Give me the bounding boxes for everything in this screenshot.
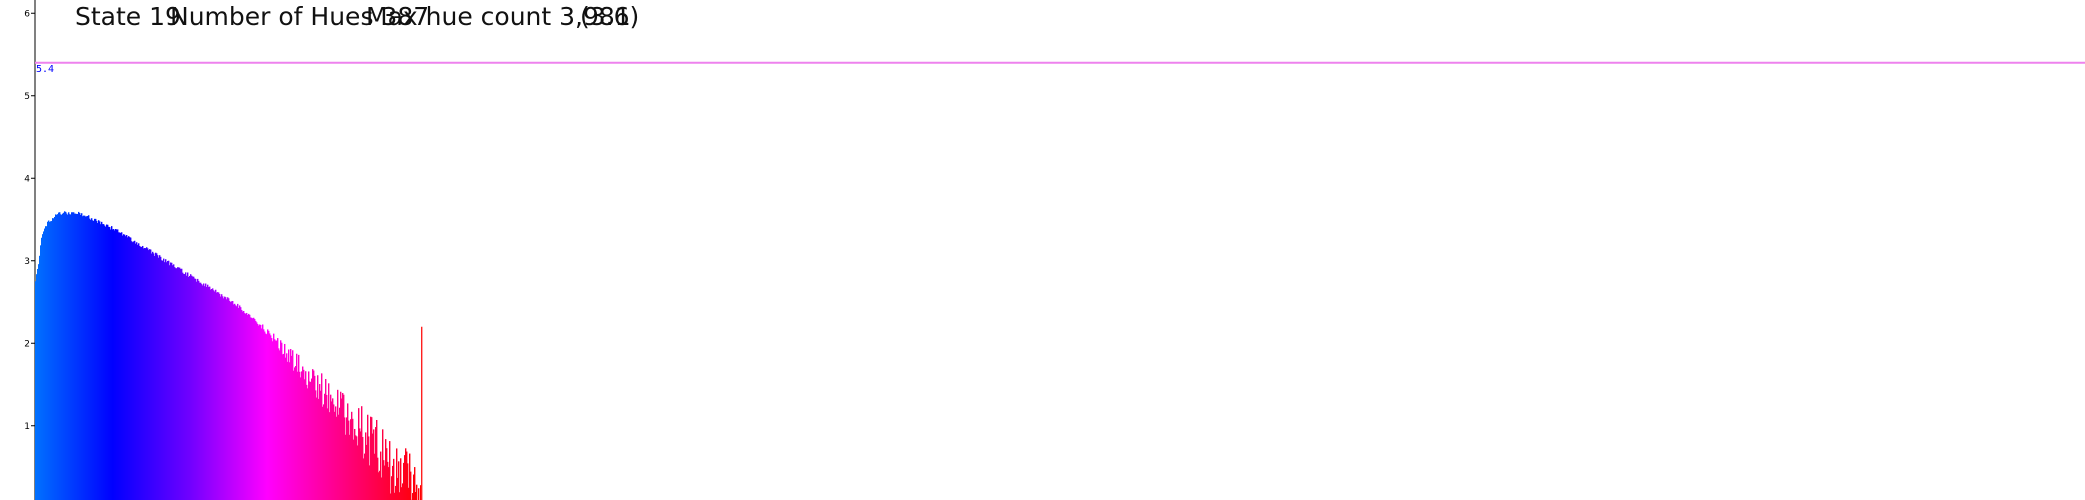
y-tick-label-6: 6 <box>24 9 30 19</box>
y-tick-label-4: 4 <box>24 174 30 184</box>
bar <box>389 441 391 500</box>
y-tick-label-5: 5 <box>24 92 30 102</box>
y-tick-label-3: 3 <box>24 257 30 267</box>
bar <box>410 471 412 500</box>
bar <box>416 484 418 500</box>
y-tick-label-2: 2 <box>24 339 30 349</box>
bars-group <box>35 211 423 500</box>
y-tick-label-1: 1 <box>24 422 30 432</box>
bar <box>421 326 423 500</box>
reference-line-label: 5.4 <box>36 64 54 75</box>
bar <box>418 488 420 500</box>
histogram-chart: 1 2 3 4 5 6 5.4 <box>24 0 2085 500</box>
